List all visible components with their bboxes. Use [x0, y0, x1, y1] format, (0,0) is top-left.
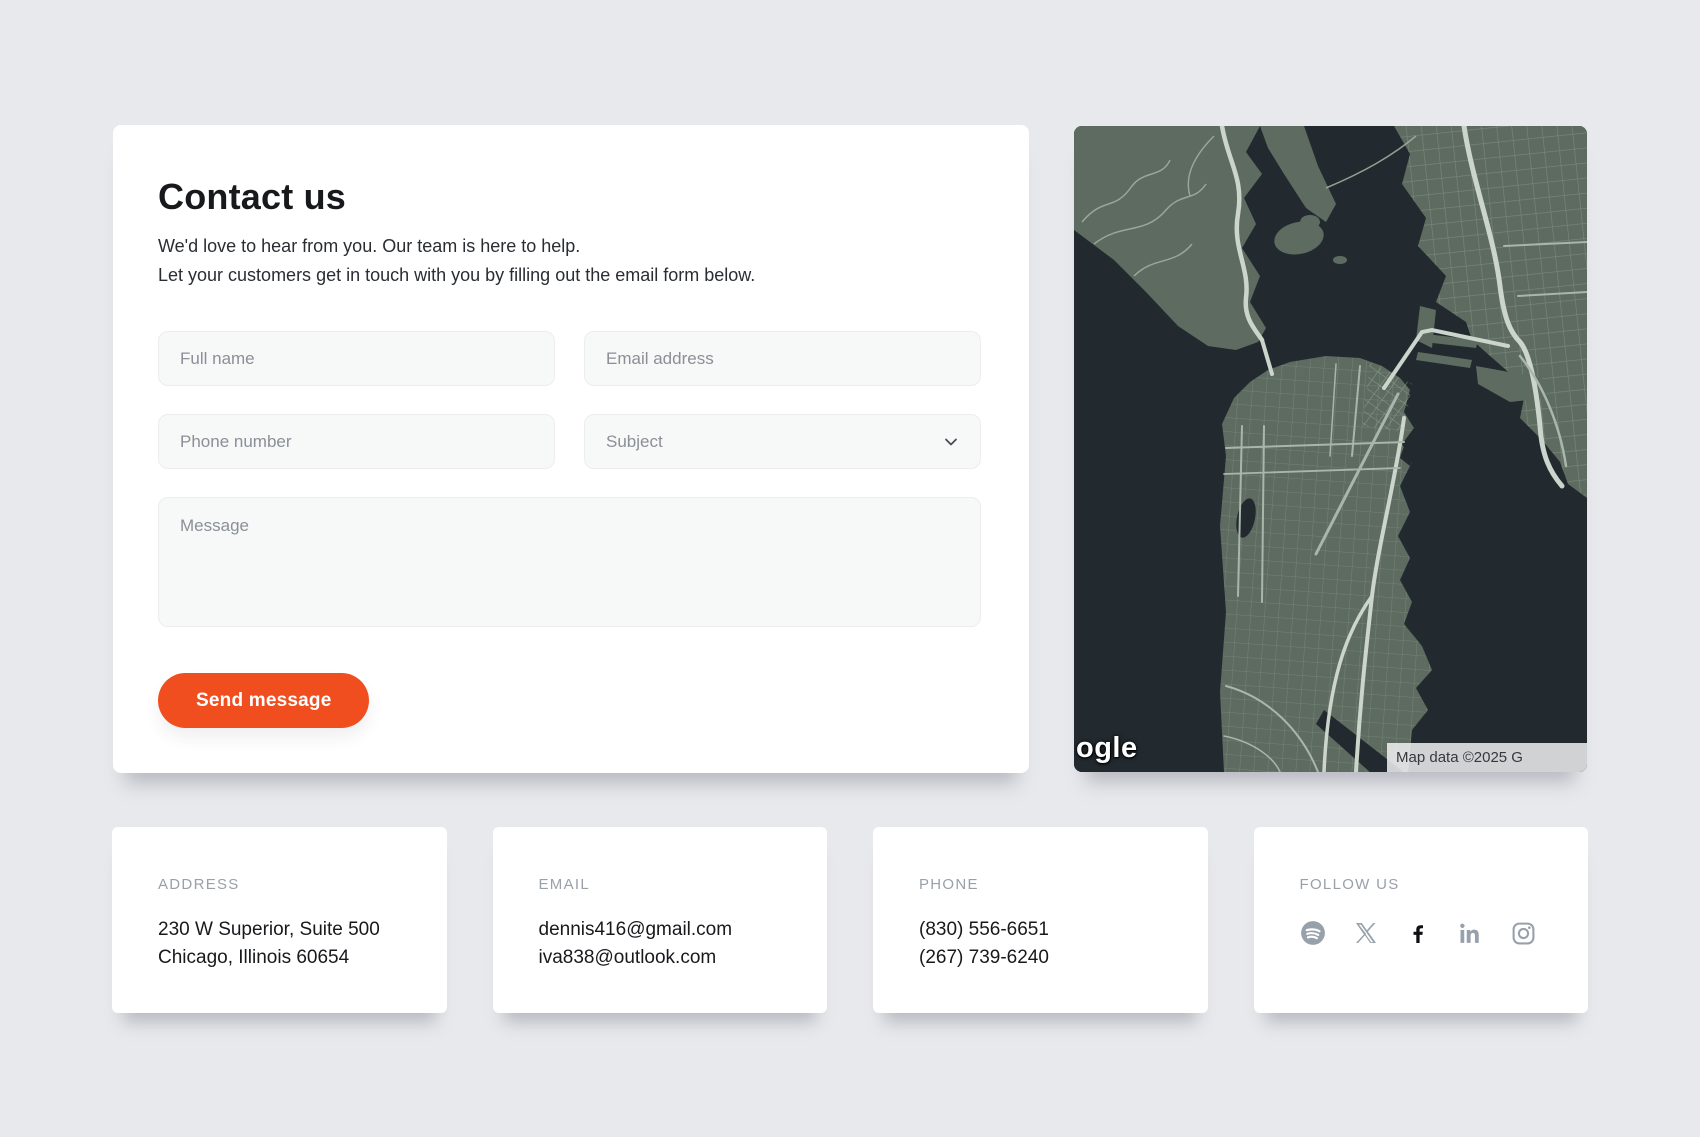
map[interactable]: ogle Map data ©2025 G — [1074, 126, 1587, 772]
contact-page: Contact us We'd love to hear from you. O… — [0, 0, 1700, 1137]
phone-card: PHONE (830) 556-6651 (267) 739-6240 — [873, 827, 1208, 1013]
contact-form: Subject — [158, 331, 981, 627]
linkedin-icon[interactable] — [1458, 921, 1483, 946]
subject-select[interactable]: Subject — [584, 414, 981, 469]
email-card: EMAIL dennis416@gmail.com iva838@outlook… — [493, 827, 828, 1013]
info-card-row: ADDRESS 230 W Superior, Suite 500 Chicag… — [112, 827, 1588, 1013]
contact-form-card: Contact us We'd love to hear from you. O… — [113, 125, 1029, 773]
send-message-button[interactable]: Send message — [158, 673, 369, 728]
email-input[interactable] — [584, 331, 981, 386]
x-icon[interactable] — [1354, 921, 1378, 945]
follow-us-label: FOLLOW US — [1300, 876, 1545, 893]
email-label: EMAIL — [539, 876, 784, 893]
map-attribution: Map data ©2025 G — [1387, 743, 1587, 772]
address-card: ADDRESS 230 W Superior, Suite 500 Chicag… — [112, 827, 447, 1013]
full-name-input[interactable] — [158, 331, 555, 386]
page-title: Contact us — [158, 176, 981, 218]
phone-input[interactable] — [158, 414, 555, 469]
page-description: We'd love to hear from you. Our team is … — [158, 232, 981, 290]
email-line-1: dennis416@gmail.com — [539, 916, 784, 944]
google-logo[interactable]: ogle — [1076, 732, 1138, 765]
follow-us-card: FOLLOW US — [1254, 827, 1589, 1013]
subject-select-wrap: Subject — [584, 414, 981, 469]
phone-line-2: (267) 739-6240 — [919, 944, 1164, 972]
address-label: ADDRESS — [158, 876, 403, 893]
facebook-icon[interactable] — [1406, 921, 1430, 945]
map-image — [1074, 126, 1587, 772]
social-icons-row — [1300, 920, 1545, 946]
description-line-1: We'd love to hear from you. Our team is … — [158, 232, 981, 261]
spotify-icon[interactable] — [1300, 920, 1326, 946]
message-textarea[interactable] — [158, 497, 981, 627]
address-line-2: Chicago, Illinois 60654 — [158, 944, 403, 972]
address-line-1: 230 W Superior, Suite 500 — [158, 916, 403, 944]
description-line-2: Let your customers get in touch with you… — [158, 261, 981, 290]
instagram-icon[interactable] — [1511, 921, 1536, 946]
phone-line-1: (830) 556-6651 — [919, 916, 1164, 944]
phone-label: PHONE — [919, 876, 1164, 893]
email-line-2: iva838@outlook.com — [539, 944, 784, 972]
